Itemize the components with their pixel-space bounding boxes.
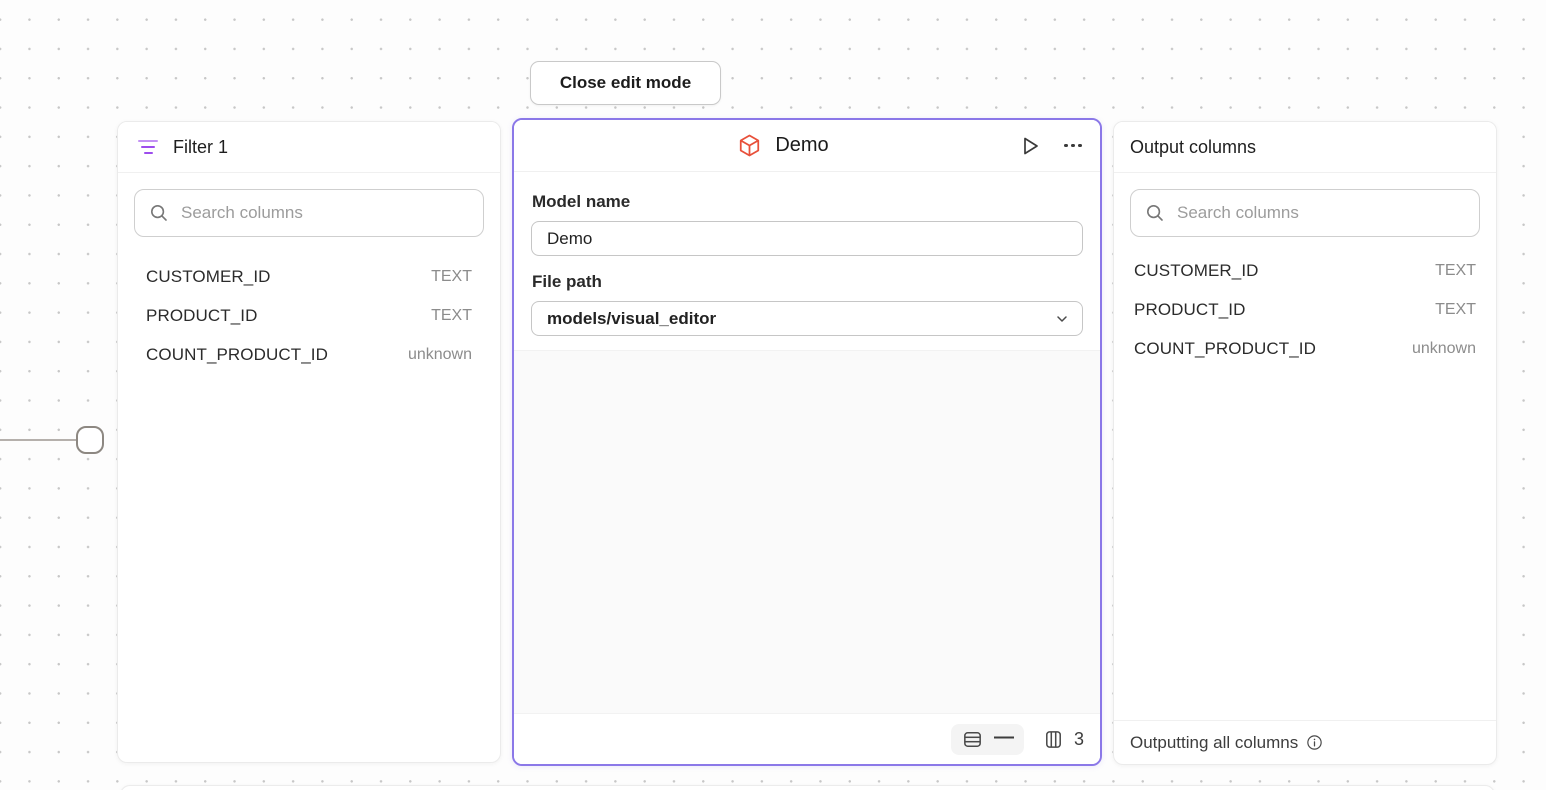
model-header-actions [1014,130,1086,162]
output-panel-header: Output columns [1114,122,1496,173]
column-name: COUNT_PRODUCT_ID [146,345,328,365]
filter-column-row[interactable]: PRODUCT_ID TEXT [134,296,484,335]
row-count-stat[interactable]: — [951,724,1024,755]
column-count-value: 3 [1074,729,1084,750]
output-footer: Outputting all columns [1114,720,1496,764]
output-footer-text: Outputting all columns [1130,733,1298,753]
bottom-peek-panel[interactable] [120,785,1495,790]
play-icon [1018,134,1042,158]
column-type: TEXT [431,268,472,286]
filter-column-row[interactable]: COUNT_PRODUCT_ID unknown [134,335,484,374]
close-edit-mode-button[interactable]: Close edit mode [530,61,721,105]
output-search-input[interactable] [1177,203,1465,223]
output-panel-title: Output columns [1130,137,1256,158]
output-spacer [1114,368,1496,720]
filter-column-row[interactable]: CUSTOMER_ID TEXT [134,257,484,296]
model-node-panel[interactable]: Demo Model name File path models/visual_… [512,118,1102,766]
filter-search-box [134,189,484,237]
column-name: COUNT_PRODUCT_ID [1134,339,1316,359]
column-type: TEXT [1435,262,1476,280]
column-name: PRODUCT_ID [1134,300,1246,320]
more-menu-button[interactable] [1060,140,1086,152]
model-name-label: Model name [532,192,1083,212]
filter-panel-header: Filter 1 [118,122,500,173]
filter-node-panel: Filter 1 CUSTOMER_ID TEXT PRODUCT_ID TEX… [117,121,501,763]
run-model-button[interactable] [1014,130,1046,162]
filter-search-input[interactable] [181,203,469,223]
model-panel-header: Demo [514,120,1100,172]
column-name: CUSTOMER_ID [1134,261,1259,281]
output-column-list: CUSTOMER_ID TEXT PRODUCT_ID TEXT COUNT_P… [1114,247,1496,368]
filter-icon [138,140,158,155]
model-preview-area [514,350,1100,714]
output-column-row[interactable]: CUSTOMER_ID TEXT [1122,251,1488,290]
info-icon[interactable] [1305,733,1324,752]
more-menu-icon [1064,144,1082,148]
output-column-row[interactable]: COUNT_PRODUCT_ID unknown [1122,329,1488,368]
file-path-value: models/visual_editor [547,309,716,329]
row-count-value: — [994,727,1014,747]
filter-panel-title: Filter 1 [173,137,228,158]
model-cube-icon [737,133,762,158]
column-name: CUSTOMER_ID [146,267,271,287]
output-search-box [1130,189,1480,237]
column-type: unknown [1412,340,1476,358]
output-columns-panel: Output columns CUSTOMER_ID TEXT PRODUCT_… [1113,121,1497,765]
edge-connector-line [0,439,78,441]
model-panel-title: Demo [775,134,828,157]
column-type: TEXT [431,307,472,325]
visual-editor-canvas: { "close_button": { "label": "Close edit… [0,0,1546,790]
model-title-group: Demo [737,133,828,158]
model-footer: — 3 [514,714,1100,764]
filter-column-list: CUSTOMER_ID TEXT PRODUCT_ID TEXT COUNT_P… [118,247,500,374]
column-type: TEXT [1435,301,1476,319]
file-path-label: File path [532,272,1083,292]
column-count-stat: 3 [1042,728,1084,751]
chevron-down-icon [1054,311,1070,327]
model-form: Model name File path models/visual_edito… [514,172,1100,350]
rows-icon [961,728,984,751]
search-icon [149,203,169,223]
columns-icon [1042,728,1065,751]
edge-connector-handle[interactable] [76,426,104,454]
output-column-row[interactable]: PRODUCT_ID TEXT [1122,290,1488,329]
search-icon [1145,203,1165,223]
column-name: PRODUCT_ID [146,306,258,326]
model-name-input[interactable] [531,221,1083,256]
file-path-select[interactable]: models/visual_editor [531,301,1083,336]
column-type: unknown [408,346,472,364]
